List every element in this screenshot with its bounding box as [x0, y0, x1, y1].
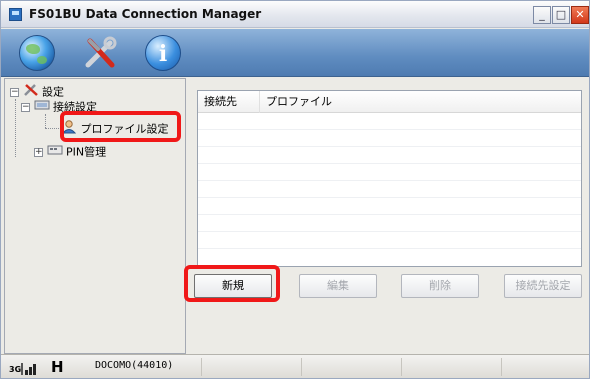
new-button[interactable]: 新規 — [194, 274, 272, 298]
collapse-icon[interactable]: − — [21, 103, 30, 112]
delete-button[interactable]: 削除 — [401, 274, 479, 298]
list-row — [198, 199, 581, 215]
info-glyph: i — [158, 41, 168, 67]
tree-item-pin[interactable]: + PIN管理 — [34, 144, 106, 160]
tree-label-settings: 設定 — [42, 85, 64, 99]
close-button[interactable]: ✕ — [571, 6, 589, 24]
connection-settings-button[interactable]: 接続先設定 — [504, 274, 582, 298]
edit-button[interactable]: 編集 — [299, 274, 377, 298]
list-header: 接続先 プロファイル — [198, 91, 581, 113]
maximize-button[interactable]: □ — [552, 6, 570, 24]
tools-icon[interactable] — [82, 35, 118, 71]
tree-item-connection[interactable]: − 接続設定 — [21, 99, 97, 115]
computer-icon — [34, 99, 50, 116]
column-header-profile[interactable]: プロファイル — [260, 91, 581, 113]
user-profile-icon — [61, 120, 77, 139]
settings-tree: − 設定 − 接続設定 プロファイル設定 + PIN管理 — [4, 78, 186, 354]
status-bar: 3G H DOCOMO(44010) — [1, 354, 589, 378]
list-row — [198, 165, 581, 181]
list-row — [198, 233, 581, 249]
minimize-button[interactable]: _ — [533, 6, 551, 24]
expand-icon[interactable]: + — [34, 148, 43, 157]
collapse-icon[interactable]: − — [10, 88, 19, 97]
signal-strength-icon — [19, 360, 41, 375]
window-title: FS01BU Data Connection Manager — [29, 7, 262, 21]
list-row — [198, 216, 581, 232]
tree-item-profile-settings[interactable]: プロファイル設定 — [61, 120, 169, 136]
list-row — [198, 182, 581, 198]
toolbar: i — [1, 29, 589, 77]
list-row — [198, 148, 581, 164]
tree-label-connection: 接続設定 — [53, 100, 97, 114]
profile-list[interactable]: 接続先 プロファイル — [197, 90, 582, 267]
app-window: FS01BU Data Connection Manager _ □ ✕ i − — [0, 0, 590, 379]
title-bar[interactable]: FS01BU Data Connection Manager _ □ ✕ — [1, 1, 589, 28]
column-header-destination[interactable]: 接続先 — [198, 91, 260, 113]
tree-label-pin: PIN管理 — [66, 145, 107, 159]
network-mode: H — [51, 358, 64, 376]
list-row — [198, 131, 581, 147]
keypad-icon — [47, 144, 63, 161]
tree-label-profile-settings: プロファイル設定 — [80, 122, 169, 136]
list-row — [198, 114, 581, 130]
app-icon — [9, 8, 22, 21]
globe-icon[interactable] — [19, 35, 55, 71]
tree-item-settings[interactable]: − 設定 — [10, 83, 64, 99]
carrier-name: DOCOMO(44010) — [95, 360, 174, 371]
info-icon[interactable]: i — [145, 35, 181, 71]
